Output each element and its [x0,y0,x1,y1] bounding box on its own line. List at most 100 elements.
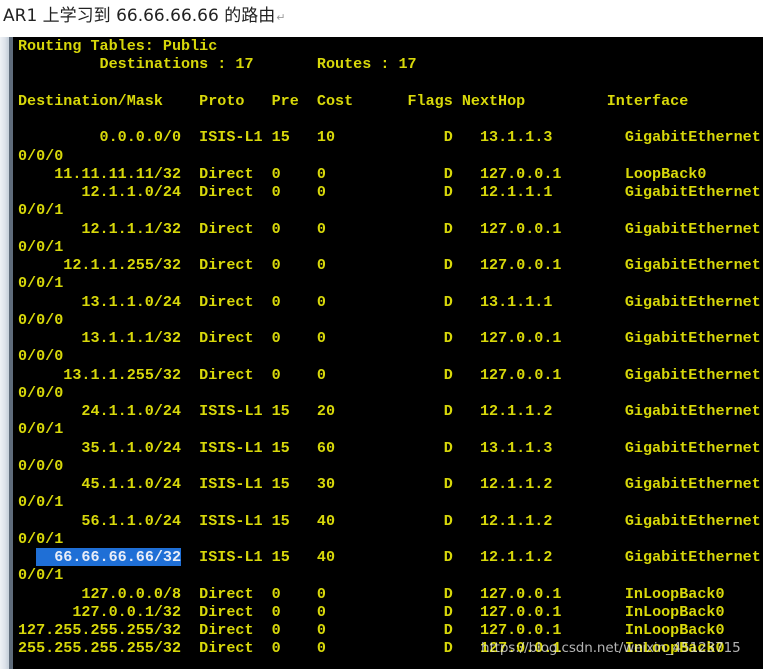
route-destination: 11.11.11.11/32 [54,164,182,183]
interface-wrap: 0/0/1 [18,493,64,512]
caption-text: AR1 上学习到 66.66.66.66 的路由 [3,6,276,26]
route-fields: ISIS-L1 15 10 D 13.1.1.3 GigabitEthernet [181,128,761,147]
route-row-wrap: 0/0/1 [18,530,761,548]
route-row: 11.11.11.11/32 Direct 0 0 D 127.0.0.1 Lo… [18,165,761,183]
route-row: 56.1.1.0/24 ISIS-L1 15 40 D 12.1.1.2 Gig… [18,512,761,530]
summary-line: Destinations : 17 Routes : 17 [18,55,761,73]
route-destination: 13.1.1.0/24 [81,292,182,311]
route-row-wrap: 0/0/1 [18,274,761,292]
route-fields: Direct 0 0 D 13.1.1.1 GigabitEthernet [181,292,761,311]
blank-line [18,110,761,128]
route-fields: Direct 0 0 D 127.0.0.1 InLoopBack0 [181,602,725,621]
interface-wrap: 0/0/1 [18,529,64,548]
interface-wrap: 0/0/1 [18,274,64,293]
route-destination: 127.0.0.1/32 [72,602,182,621]
interface-wrap: 0/0/0 [18,310,64,329]
interface-wrap: 0/0/1 [18,201,64,220]
route-destination: 13.1.1.255/32 [63,365,182,384]
route-fields: Direct 0 0 D 12.1.1.1 GigabitEthernet [181,183,761,201]
route-fields: Direct 0 0 D 127.0.0.1 GigabitEthernet [181,256,761,274]
blank-line [18,74,761,92]
route-row: 45.1.1.0/24 ISIS-L1 15 30 D 12.1.1.2 Gig… [18,475,761,493]
window-frame-edge [0,37,9,669]
column-headers: Destination/Mask Proto Pre Cost Flags Ne… [18,91,689,110]
route-destination: 127.255.255.255/32 [18,621,182,639]
route-row: 35.1.1.0/24 ISIS-L1 15 60 D 13.1.1.3 Gig… [18,439,761,457]
route-row: 24.1.1.0/24 ISIS-L1 15 20 D 12.1.1.2 Gig… [18,402,761,420]
terminal-window[interactable]: Routing Tables: Public Destinations : 17… [13,37,763,669]
selected-destination[interactable]: 66.66.66.66/32 [36,548,182,566]
route-destination: 255.255.255.255/32 [18,639,182,658]
title-line: Routing Tables: Public [18,37,761,55]
watermark: https://blog.csdn.net/weixin_45123715 [481,640,741,656]
route-fields: ISIS-L1 15 30 D 12.1.1.2 GigabitEthernet [181,475,761,493]
route-fields: ISIS-L1 15 40 D 12.1.1.2 GigabitEthernet [181,548,761,566]
route-row: 13.1.1.1/32 Direct 0 0 D 127.0.0.1 Gigab… [18,329,761,347]
route-destination: 45.1.1.0/24 [81,475,182,493]
route-fields: Direct 0 0 D 127.0.0.1 InLoopBack0 [181,621,725,639]
route-row-selected: 66.66.66.66/32 ISIS-L1 15 40 D 12.1.1.2 … [18,548,761,566]
route-destination: 13.1.1.1/32 [81,329,182,347]
route-row: 12.1.1.255/32 Direct 0 0 D 127.0.0.1 Gig… [18,256,761,274]
route-row-wrap: 0/0/1 [18,201,761,219]
route-fields: Direct 0 0 D 127.0.0.1 InLoopBack0 [181,584,725,603]
route-row: 12.1.1.0/24 Direct 0 0 D 12.1.1.1 Gigabi… [18,183,761,201]
route-row: 127.0.0.0/8 Direct 0 0 D 127.0.0.1 InLoo… [18,585,761,603]
route-destination: 12.1.1.0/24 [81,183,182,201]
route-destination: 35.1.1.0/24 [81,438,182,457]
route-row-wrap: 0/0/1 [18,420,761,438]
interface-wrap: 0/0/1 [18,237,64,256]
interface-wrap: 0/0/1 [18,420,64,439]
route-row-wrap: 0/0/0 [18,347,761,365]
route-row-wrap: 0/0/1 [18,566,761,584]
route-fields: ISIS-L1 15 40 D 12.1.1.2 GigabitEthernet [181,511,761,530]
table-title: Routing Tables: Public [18,37,218,55]
route-row: 127.255.255.255/32 Direct 0 0 D 127.0.0.… [18,621,761,639]
interface-wrap: 0/0/0 [18,383,64,402]
route-row: 127.0.0.1/32 Direct 0 0 D 127.0.0.1 InLo… [18,603,761,621]
document-caption: AR1 上学习到 66.66.66.66 的路由↵ [3,1,285,31]
route-row-wrap: 0/0/1 [18,493,761,511]
text-segment [18,110,27,128]
route-row: 13.1.1.0/24 Direct 0 0 D 13.1.1.1 Gigabi… [18,293,761,311]
interface-wrap: 0/0/0 [18,456,64,475]
route-destination: 24.1.1.0/24 [81,402,182,420]
routes-count: 17 [398,55,417,74]
route-row-wrap: 0/0/0 [18,457,761,475]
route-row: 13.1.1.255/32 Direct 0 0 D 127.0.0.1 Gig… [18,365,761,384]
header-line: Destination/Mask Proto Pre Cost Flags Ne… [18,92,761,110]
route-fields: ISIS-L1 15 60 D 13.1.1.3 GigabitEthernet [181,438,761,457]
interface-wrap: 0/0/0 [18,146,64,165]
route-row: 0.0.0.0/0 ISIS-L1 15 10 D 13.1.1.3 Gigab… [18,128,761,146]
routing-table-output[interactable]: Routing Tables: Public Destinations : 17… [18,37,761,658]
route-destination: 127.0.0.0/8 [81,584,182,603]
route-fields: Direct 0 0 D 127.0.0.1 GigabitEthernet [181,365,761,384]
route-destination: 0.0.0.0/0 [99,128,182,147]
interface-wrap: 0/0/1 [18,566,64,585]
route-fields: Direct 0 0 D 127.0.0.1 GigabitEthernet [181,329,761,347]
route-row-wrap: 0/0/0 [18,311,761,329]
route-row-wrap: 0/0/0 [18,147,761,165]
paragraph-mark-icon: ↵ [276,11,286,24]
route-destination: 12.1.1.1/32 [81,219,182,238]
route-row-wrap: 0/0/0 [18,384,761,402]
route-row-wrap: 0/0/1 [18,238,761,256]
destinations-label: Destinations : [18,55,236,74]
routes-label: Routes : [253,55,399,74]
interface-wrap: 0/0/0 [18,347,64,366]
route-row: 12.1.1.1/32 Direct 0 0 D 127.0.0.1 Gigab… [18,220,761,238]
route-destination: 56.1.1.0/24 [81,511,182,530]
